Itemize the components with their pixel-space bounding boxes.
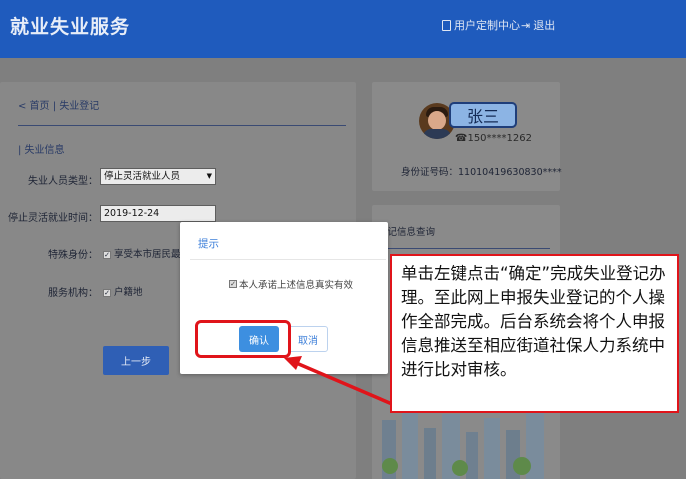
commitment-checkbox[interactable]: ✓ 本人承诺上述信息真实有效 xyxy=(229,277,353,291)
dialog-title: 提示 xyxy=(198,238,219,250)
breadcrumb: < 首页 | 失业登记 xyxy=(18,97,99,112)
breadcrumb-separator: | xyxy=(52,101,57,112)
special-identity-value: 享受本市居民最低 xyxy=(114,249,191,260)
unemployed-type-value: 停止灵活就业人员 xyxy=(104,171,181,182)
stop-time-label: 停止灵活就业时间： xyxy=(8,213,98,224)
section-title: | 失业信息 xyxy=(18,145,65,156)
cancel-button[interactable]: 取消 xyxy=(288,326,328,352)
unemployed-type-select[interactable]: 停止灵活就业人员 ▼ xyxy=(100,168,216,185)
logout-label: 退出 xyxy=(533,19,556,32)
special-identity-checkbox[interactable]: ✓ 享受本市居民最低 xyxy=(103,246,190,260)
logout-icon: ⇥ xyxy=(521,18,531,32)
breadcrumb-home-link[interactable]: < 首页 xyxy=(18,101,50,112)
special-identity-label: 特殊身份： xyxy=(48,250,98,261)
service-org-checkbox[interactable]: ✓ 户籍地 xyxy=(103,284,143,298)
chevron-down-icon: ▼ xyxy=(206,172,212,180)
breadcrumb-divider xyxy=(18,125,346,126)
stop-time-input[interactable]: 2019-12-24 xyxy=(100,205,216,222)
checkbox-checked-icon: ✓ xyxy=(229,280,237,288)
service-org-label: 服务机构： xyxy=(48,288,98,299)
user-id-card: 身份证号码：11010419630830**** xyxy=(401,167,562,178)
instruction-callout: 单击左键点击“确定”完成失业登记办理。至此网上申报失业登记的个人操作全部完成。后… xyxy=(390,254,679,413)
previous-step-button[interactable]: 上一步 xyxy=(103,346,169,375)
service-org-value: 户籍地 xyxy=(114,287,143,298)
user-center-label: 用户定制中心 xyxy=(454,19,520,32)
breadcrumb-current: 失业登记 xyxy=(59,101,100,112)
top-header-bar: 就业失业服务 用户定制中心 ⇥ 退出 xyxy=(0,0,686,58)
unemployed-type-label: 失业人员类型： xyxy=(28,176,98,187)
checkbox-checked-icon: ✓ xyxy=(103,289,111,297)
confirm-highlight-box xyxy=(195,320,291,358)
document-icon xyxy=(442,19,451,31)
logout-link[interactable]: ⇥ 退出 xyxy=(521,17,555,33)
user-phone: ☎150****1262 xyxy=(455,133,532,144)
user-name: 张三 xyxy=(449,102,517,128)
app-title: 就业失业服务 xyxy=(10,16,131,38)
query-divider xyxy=(378,248,550,249)
dialog-divider xyxy=(190,259,386,260)
checkbox-checked-icon: ✓ xyxy=(103,251,111,259)
commitment-label: 本人承诺上述信息真实有效 xyxy=(239,280,354,291)
stop-time-value: 2019-12-24 xyxy=(104,208,160,219)
user-center-link[interactable]: 用户定制中心 xyxy=(442,17,520,33)
